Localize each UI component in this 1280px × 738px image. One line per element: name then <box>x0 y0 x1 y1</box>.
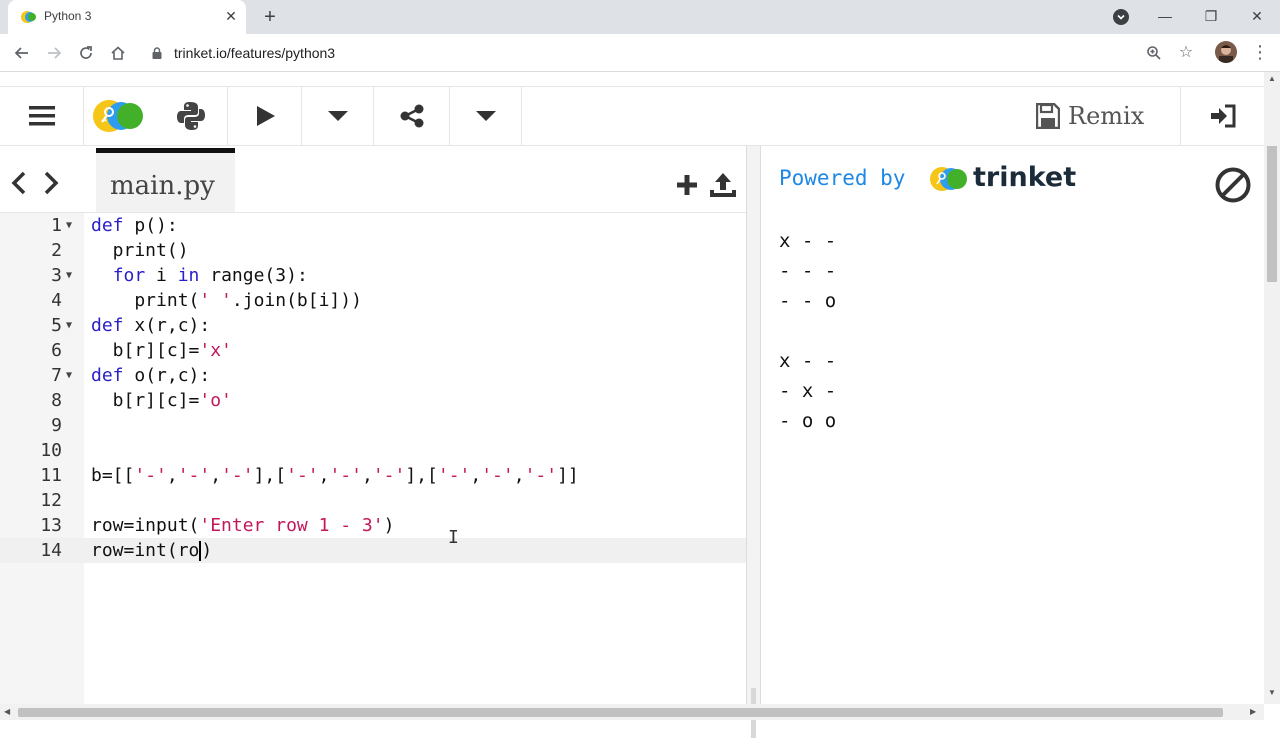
code-line[interactable]: 6 b[r][c]='x' <box>0 338 746 363</box>
code-line[interactable]: 8 b[r][c]='o' <box>0 388 746 413</box>
run-options-chevron-down-icon[interactable] <box>302 87 374 145</box>
upload-icon[interactable] <box>708 170 738 200</box>
close-window-icon[interactable]: ✕ <box>1234 0 1280 34</box>
file-nav-arrows[interactable] <box>8 170 64 203</box>
line-number: 14 <box>40 540 62 561</box>
file-tab-main-py[interactable]: main.py <box>96 148 235 212</box>
forward-icon[interactable] <box>41 40 67 66</box>
tab-search-icon[interactable] <box>1113 9 1129 25</box>
code-line[interactable]: 13 row=input('Enter row 1 - 3') <box>0 513 746 538</box>
mouse-ibeam-cursor-icon: I <box>448 527 459 548</box>
fold-arrow-icon[interactable]: ▼ <box>66 263 72 288</box>
output-line: x - - <box>779 230 837 252</box>
code-line[interactable]: 10 <box>0 438 746 463</box>
line-number: 11 <box>40 465 62 486</box>
browser-menu-icon[interactable]: ⋮ <box>1250 40 1270 64</box>
minimize-icon[interactable]: — <box>1142 0 1188 34</box>
tab-title: Python 3 <box>44 9 92 23</box>
fold-arrow-icon[interactable]: ▼ <box>66 363 72 388</box>
trinket-brand-text: trinket <box>973 162 1077 193</box>
url-text[interactable]: trinket.io/features/python3 <box>174 45 335 61</box>
hamburger-menu-icon[interactable] <box>0 87 84 145</box>
back-icon[interactable] <box>9 40 35 66</box>
line-number: 6 <box>51 340 62 361</box>
pane-splitter[interactable] <box>746 146 761 738</box>
stop-icon[interactable] <box>1214 166 1252 204</box>
line-number: 5 <box>51 315 62 336</box>
trinket-page: Remix main.py 1 ▼ def p(): 2 print() 3 ▼ <box>0 72 1264 738</box>
output-pane: Powered by trinket x - - - - - - - o x -… <box>761 146 1264 704</box>
code-line[interactable]: 1 ▼ def p(): <box>0 213 746 238</box>
new-tab-button[interactable]: + <box>258 5 282 29</box>
trinket-logo-icon[interactable] <box>84 87 154 145</box>
powered-by-label: Powered by <box>779 166 906 190</box>
scroll-right-icon[interactable]: ▶ <box>1250 707 1256 716</box>
restore-icon[interactable]: ❐ <box>1188 0 1234 34</box>
page-horizontal-scrollbar[interactable]: ◀ ▶ <box>0 704 1264 720</box>
line-number: 2 <box>51 240 62 261</box>
line-number: 7 <box>51 365 62 386</box>
tab-close-icon[interactable]: ✕ <box>222 7 240 25</box>
share-icon[interactable] <box>374 87 450 145</box>
lock-icon[interactable] <box>152 47 162 59</box>
bookmark-star-icon[interactable]: ☆ <box>1173 40 1199 66</box>
code-line[interactable]: 5 ▼ def x(r,c): <box>0 313 746 338</box>
address-bar[interactable]: trinket.io/features/python3 <box>140 38 1210 68</box>
line-number: 3 <box>51 265 62 286</box>
profile-avatar[interactable] <box>1215 41 1237 63</box>
vertical-scroll-thumb[interactable] <box>1267 146 1277 282</box>
home-icon[interactable] <box>105 40 131 66</box>
code-line[interactable]: 3 ▼ for i in range(3): <box>0 263 746 288</box>
code-line[interactable]: 9 <box>0 413 746 438</box>
code-editor[interactable]: 1 ▼ def p(): 2 print() 3 ▼ for i in rang… <box>0 212 746 705</box>
file-tab-label: main.py <box>110 171 215 201</box>
python-logo-icon <box>154 87 228 145</box>
fold-arrow-icon[interactable]: ▼ <box>66 213 72 238</box>
zoom-icon[interactable] <box>1141 40 1167 66</box>
trinket-brand-logo-icon <box>930 167 967 191</box>
login-icon[interactable] <box>1180 87 1264 145</box>
remix-button[interactable]: Remix <box>1036 87 1180 145</box>
code-line[interactable]: 4 print(' '.join(b[i])) <box>0 288 746 313</box>
output-line: - x - <box>779 380 837 402</box>
line-number: 12 <box>40 490 62 511</box>
trinket-toolbar: Remix <box>0 86 1264 146</box>
code-line[interactable]: 7 ▼ def o(r,c): <box>0 363 746 388</box>
line-number: 1 <box>51 215 62 236</box>
output-line: - o o <box>779 410 837 432</box>
run-button[interactable] <box>228 87 302 145</box>
code-line[interactable]: 2 print() <box>0 238 746 263</box>
line-number: 9 <box>51 415 62 436</box>
trinket-favicon-icon <box>21 11 36 23</box>
fold-arrow-icon[interactable]: ▼ <box>66 313 72 338</box>
remix-label: Remix <box>1068 102 1145 130</box>
line-number: 10 <box>40 440 62 461</box>
code-line[interactable]: 11 b=[['-','-','-'],['-','-','-'],['-','… <box>0 463 746 488</box>
share-options-chevron-down-icon[interactable] <box>450 87 522 145</box>
line-number: 4 <box>51 290 62 311</box>
scroll-left-icon[interactable]: ◀ <box>4 707 10 716</box>
line-number: 13 <box>40 515 62 536</box>
editor-header: main.py <box>0 146 746 212</box>
console-output: x - - - - - - - o x - - - x - - o o <box>779 226 836 436</box>
horizontal-scroll-thumb[interactable] <box>18 708 1223 717</box>
scroll-down-icon[interactable]: ▼ <box>1268 688 1276 697</box>
page-vertical-scrollbar[interactable]: ▲ ▼ <box>1264 72 1280 704</box>
browser-tab[interactable]: Python 3 ✕ <box>8 0 246 34</box>
code-line[interactable]: 12 <box>0 488 746 513</box>
add-file-icon[interactable] <box>672 170 702 200</box>
code-line-active[interactable]: 14 row=int(ro) <box>0 538 746 563</box>
save-icon <box>1036 103 1060 129</box>
output-line: - - o <box>779 290 837 312</box>
browser-tab-strip: Python 3 ✕ + — ❐ ✕ <box>0 0 1280 34</box>
reload-icon[interactable] <box>73 40 99 66</box>
output-line: - - - <box>779 260 837 282</box>
line-number: 8 <box>51 390 62 411</box>
scroll-up-icon[interactable]: ▲ <box>1268 74 1276 83</box>
browser-toolbar: trinket.io/features/python3 ☆ <box>0 34 1280 72</box>
output-line: x - - <box>779 350 837 372</box>
